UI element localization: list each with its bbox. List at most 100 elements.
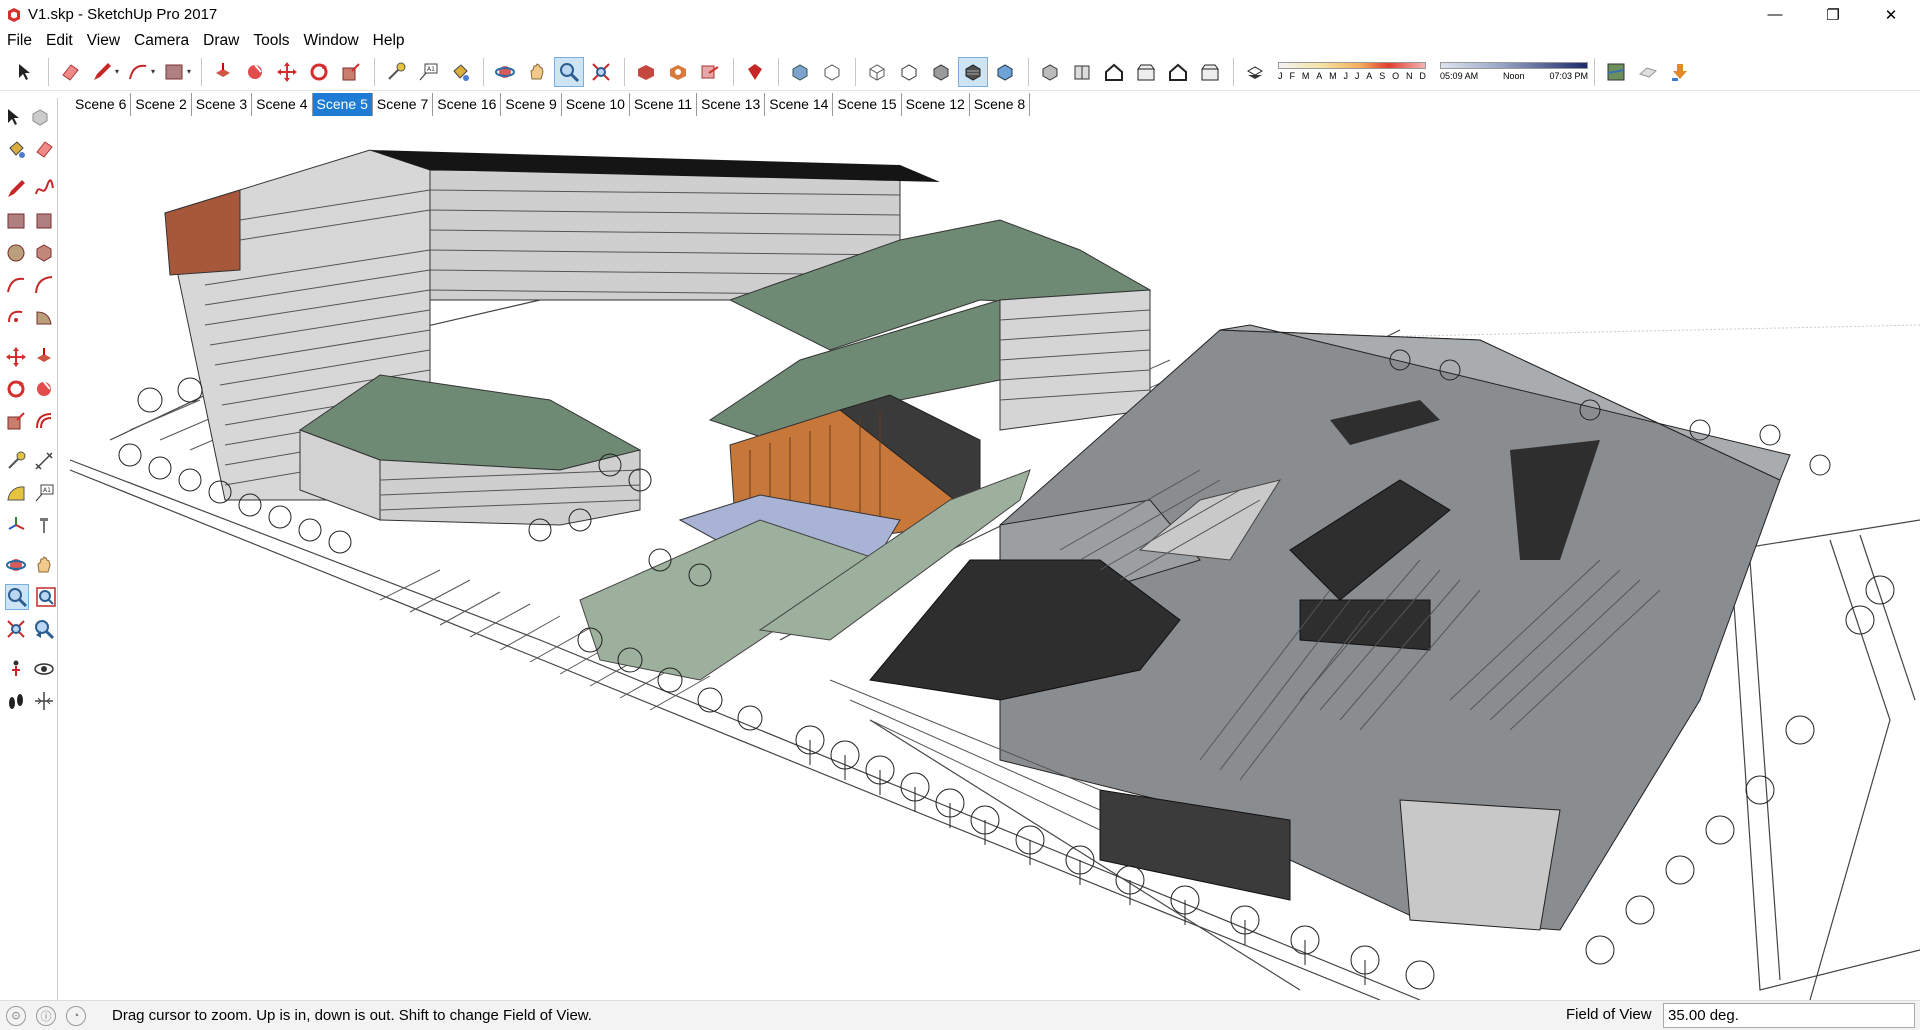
tab-scene-8[interactable]: Scene 8 — [970, 93, 1031, 116]
zoom-icon[interactable] — [5, 584, 29, 610]
style-monochrome-icon[interactable] — [990, 57, 1020, 87]
arc-dropdown-icon[interactable]: ▾ — [151, 67, 155, 76]
tab-scene-16[interactable]: Scene 16 — [433, 93, 502, 116]
scale-icon[interactable] — [336, 57, 366, 87]
eraser-icon[interactable] — [33, 136, 55, 162]
style-shaded-icon[interactable] — [926, 57, 956, 87]
style-wireframe-icon[interactable] — [862, 57, 892, 87]
download-model-icon[interactable] — [1665, 57, 1695, 87]
paint-bucket-icon[interactable] — [5, 136, 27, 162]
axes-icon[interactable] — [5, 512, 27, 538]
rotate-icon[interactable] — [5, 376, 27, 402]
paint-bucket-icon[interactable] — [445, 57, 475, 87]
previous-view-icon[interactable] — [33, 616, 55, 642]
select-icon[interactable] — [5, 104, 23, 130]
rectangle-icon[interactable] — [5, 208, 27, 234]
select-icon[interactable] — [10, 57, 40, 87]
make-component-icon[interactable] — [29, 104, 51, 130]
eraser-icon[interactable] — [55, 57, 85, 87]
menu-window[interactable]: Window — [297, 29, 366, 53]
model-scene[interactable] — [69, 118, 1920, 1000]
view-right-icon[interactable] — [1131, 57, 1161, 87]
shadow-time-slider[interactable]: 05:09 AM Noon 07:03 PM — [1440, 62, 1589, 81]
credits-icon[interactable]: ⓘ — [36, 1005, 56, 1026]
style-xray-icon[interactable] — [785, 57, 815, 87]
shadows-icon[interactable] — [1240, 57, 1270, 87]
tape-measure-icon[interactable] — [5, 448, 27, 474]
tab-scene-15[interactable]: Scene 15 — [833, 93, 902, 116]
menu-file[interactable]: File — [0, 29, 39, 53]
three-point-arc-icon[interactable] — [5, 304, 27, 330]
view-top-icon[interactable] — [1067, 57, 1097, 87]
pan-icon[interactable] — [522, 57, 552, 87]
freehand-icon[interactable] — [33, 176, 55, 202]
orbit-icon[interactable] — [5, 552, 27, 578]
tab-scene-2[interactable]: Scene 2 — [131, 93, 192, 116]
toggle-terrain-icon[interactable] — [1633, 57, 1663, 87]
geo-location-icon[interactable]: ⊙ — [6, 1005, 26, 1026]
rectangle-icon[interactable] — [159, 57, 189, 87]
zoom-window-icon[interactable] — [35, 584, 57, 610]
menu-edit[interactable]: Edit — [39, 29, 80, 53]
view-back-icon[interactable] — [1163, 57, 1193, 87]
month-gradient-bar[interactable] — [1278, 62, 1427, 69]
position-camera-icon[interactable] — [5, 656, 27, 682]
rotate-icon[interactable] — [304, 57, 334, 87]
tab-scene-7[interactable]: Scene 7 — [373, 93, 434, 116]
menu-view[interactable]: View — [80, 29, 127, 53]
shape-dropdown-icon[interactable]: ▾ — [187, 67, 191, 76]
pie-icon[interactable] — [33, 304, 55, 330]
scale-icon[interactable] — [5, 408, 27, 434]
offset-icon[interactable] — [33, 408, 55, 434]
minimize-button[interactable]: — — [1746, 0, 1804, 29]
section-plane-icon[interactable] — [33, 688, 55, 714]
tab-scene-6[interactable]: Scene 6 — [71, 93, 132, 116]
share-model-icon[interactable] — [695, 57, 725, 87]
maximize-button[interactable]: ❐ — [1804, 0, 1862, 29]
time-gradient-bar[interactable] — [1440, 62, 1589, 69]
pencil-dropdown-icon[interactable]: ▾ — [115, 67, 119, 76]
user-account-icon[interactable]: ◔ — [66, 1005, 86, 1026]
polygon-icon[interactable] — [33, 240, 55, 266]
tab-scene-13[interactable]: Scene 13 — [697, 93, 766, 116]
rotated-rectangle-icon[interactable] — [33, 208, 55, 234]
tab-scene-5[interactable]: Scene 5 — [312, 93, 373, 116]
extension-manager-icon[interactable] — [740, 57, 770, 87]
tab-scene-9[interactable]: Scene 9 — [501, 93, 562, 116]
tape-measure-icon[interactable] — [381, 57, 411, 87]
style-hidden-line-icon[interactable] — [894, 57, 924, 87]
text-tool-icon[interactable]: A1 — [413, 57, 443, 87]
push-pull-icon[interactable] — [208, 57, 238, 87]
line-icon[interactable] — [5, 176, 27, 202]
view-front-icon[interactable] — [1099, 57, 1129, 87]
close-button[interactable]: ✕ — [1862, 0, 1920, 29]
tab-scene-4[interactable]: Scene 4 — [252, 93, 313, 116]
add-location-icon[interactable] — [1601, 57, 1631, 87]
look-around-icon[interactable] — [33, 656, 55, 682]
move-icon[interactable] — [5, 344, 27, 370]
extension-warehouse-icon[interactable] — [663, 57, 693, 87]
tab-scene-14[interactable]: Scene 14 — [765, 93, 834, 116]
3d-text-icon[interactable] — [33, 512, 55, 538]
orbit-icon[interactable] — [490, 57, 520, 87]
circle-icon[interactable] — [5, 240, 27, 266]
arc-icon[interactable] — [5, 272, 27, 298]
view-left-icon[interactable] — [1195, 57, 1225, 87]
walk-icon[interactable] — [5, 688, 27, 714]
model-viewport[interactable] — [69, 118, 1920, 1000]
protractor-icon[interactable] — [5, 480, 27, 506]
zoom-extents-icon[interactable] — [586, 57, 616, 87]
tab-scene-11[interactable]: Scene 11 — [630, 93, 698, 116]
move-icon[interactable] — [272, 57, 302, 87]
zoom-icon[interactable] — [554, 56, 585, 87]
two-point-arc-icon[interactable] — [33, 272, 55, 298]
menu-camera[interactable]: Camera — [127, 29, 196, 53]
follow-me-icon[interactable] — [33, 376, 55, 402]
tab-scene-12[interactable]: Scene 12 — [902, 93, 970, 116]
style-backedges-icon[interactable] — [817, 57, 847, 87]
menu-draw[interactable]: Draw — [196, 29, 246, 53]
menu-tools[interactable]: Tools — [246, 29, 296, 53]
tab-scene-10[interactable]: Scene 10 — [562, 93, 630, 116]
style-shaded-textures-icon[interactable] — [958, 56, 989, 87]
arc-icon[interactable] — [123, 57, 153, 87]
